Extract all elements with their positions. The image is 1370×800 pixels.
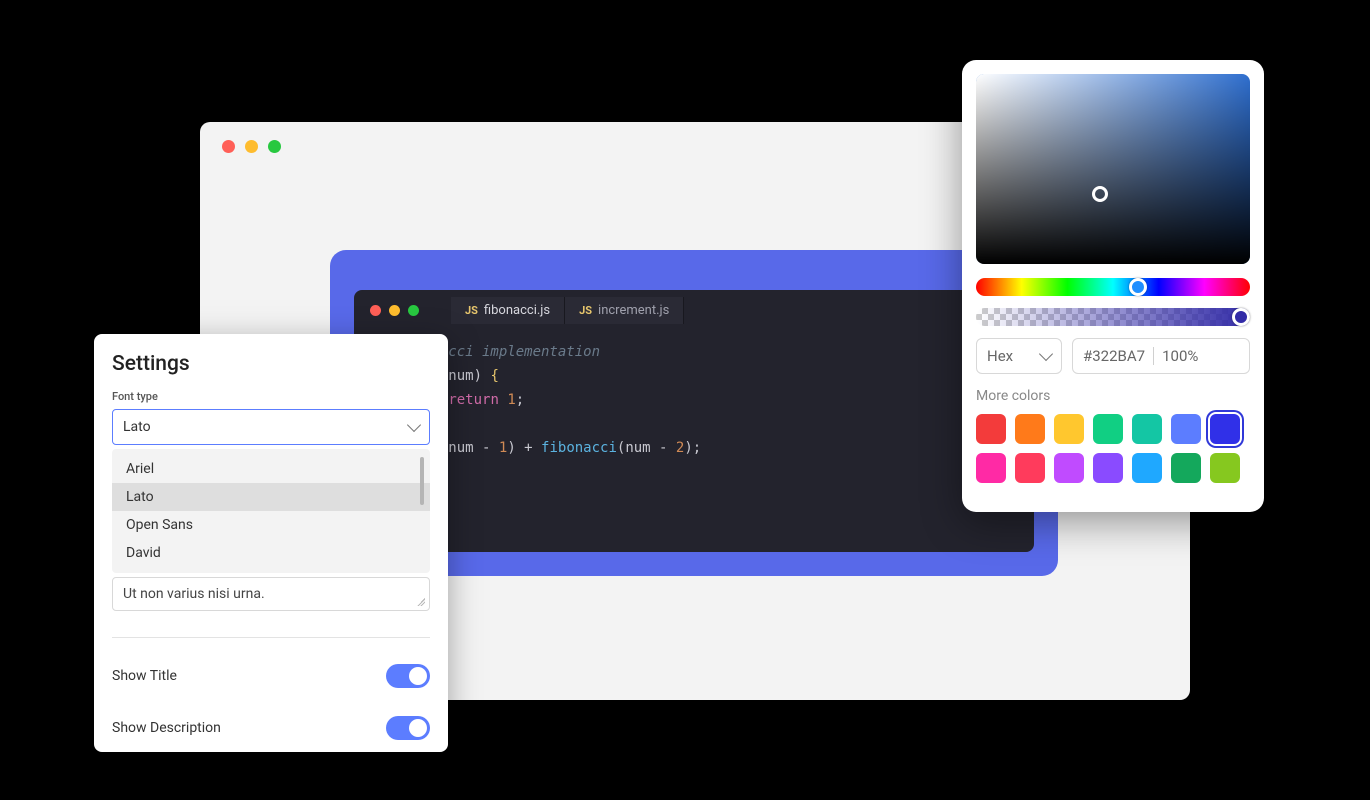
close-icon[interactable] — [370, 305, 381, 316]
code-text: (num - — [440, 440, 499, 456]
code-editor: JS fibonacci.js JS increment.js ive fibo… — [354, 290, 1034, 552]
maximize-icon[interactable] — [268, 140, 281, 153]
select-value: Hex — [987, 347, 1013, 365]
font-options-dropdown: Ariel Lato Open Sans David — [112, 449, 430, 573]
color-swatch[interactable] — [1093, 414, 1123, 444]
color-swatch[interactable] — [1171, 414, 1201, 444]
color-swatch[interactable] — [1054, 453, 1084, 483]
font-option-opensans[interactable]: Open Sans — [112, 511, 430, 539]
select-value: Lato — [123, 419, 151, 435]
color-swatch[interactable] — [1210, 453, 1240, 483]
close-icon[interactable] — [222, 140, 235, 153]
hue-slider[interactable] — [976, 278, 1250, 296]
code-number: 1 — [499, 392, 516, 408]
color-swatch[interactable] — [1015, 414, 1045, 444]
js-file-icon: JS — [465, 304, 478, 317]
tab-label: fibonacci.js — [484, 303, 550, 318]
chevron-down-icon — [1039, 347, 1053, 361]
color-format-select[interactable]: Hex — [976, 338, 1062, 374]
code-fn: fibonacci — [541, 440, 617, 456]
code-text: (num - — [617, 440, 676, 456]
editor-body[interactable]: ive fibonacci implementation fibonacci(n… — [354, 330, 1034, 460]
tab-increment[interactable]: JS increment.js — [565, 297, 684, 324]
color-swatch[interactable] — [976, 414, 1006, 444]
color-swatch[interactable] — [1210, 414, 1240, 444]
text-value: Ut non varius nisi urna. — [123, 586, 265, 602]
color-swatch[interactable] — [1093, 453, 1123, 483]
swatch-grid — [976, 414, 1250, 483]
settings-panel: Settings Font type Lato Ariel Lato Open … — [94, 334, 448, 752]
hue-handle-icon[interactable] — [1129, 278, 1147, 296]
hex-value: #322BA7 — [1083, 347, 1145, 365]
color-inputs-row: Hex #322BA7 100% — [976, 338, 1250, 374]
color-swatch[interactable] — [1015, 453, 1045, 483]
alpha-slider[interactable] — [976, 308, 1250, 326]
toggle-row-show-description: Show Description — [112, 702, 430, 752]
settings-title: Settings — [112, 352, 430, 376]
more-colors-label: More colors — [976, 388, 1250, 404]
tab-fibonacci[interactable]: JS fibonacci.js — [451, 297, 565, 324]
toggle-label: Show Description — [112, 720, 221, 736]
color-picker-panel: Hex #322BA7 100% More colors — [962, 60, 1264, 512]
maximize-icon[interactable] — [408, 305, 419, 316]
saturation-area[interactable] — [976, 74, 1250, 264]
color-swatch[interactable] — [1054, 414, 1084, 444]
font-type-select[interactable]: Lato — [112, 409, 430, 445]
minimize-icon[interactable] — [245, 140, 258, 153]
opacity-value: 100% — [1162, 347, 1198, 365]
font-type-label: Font type — [112, 390, 430, 403]
color-swatch[interactable] — [1171, 453, 1201, 483]
code-text: ) + — [507, 440, 541, 456]
alpha-handle-icon[interactable] — [1232, 308, 1250, 326]
tab-label: increment.js — [598, 303, 669, 318]
code-keyword: return — [448, 392, 499, 408]
color-swatch[interactable] — [1132, 414, 1162, 444]
saturation-handle-icon[interactable] — [1092, 186, 1108, 202]
show-description-toggle[interactable] — [386, 716, 430, 740]
toggle-label: Show Title — [112, 668, 177, 684]
color-swatch[interactable] — [1132, 453, 1162, 483]
editor-titlebar: JS fibonacci.js JS increment.js — [354, 290, 1034, 330]
minimize-icon[interactable] — [389, 305, 400, 316]
divider — [112, 637, 430, 638]
show-title-toggle[interactable] — [386, 664, 430, 688]
font-option-ariel[interactable]: Ariel — [112, 455, 430, 483]
color-swatch[interactable] — [976, 453, 1006, 483]
chevron-down-icon — [407, 418, 421, 432]
js-file-icon: JS — [579, 304, 592, 317]
font-option-lato[interactable]: Lato — [112, 483, 430, 511]
editor-tabs: JS fibonacci.js JS increment.js — [451, 297, 684, 324]
font-option-david[interactable]: David — [112, 539, 430, 567]
separator — [1153, 347, 1154, 365]
code-text: ); — [684, 440, 701, 456]
toggle-row-show-title: Show Title — [112, 650, 430, 702]
code-brace: { — [490, 368, 498, 384]
sample-text-input[interactable]: Ut non varius nisi urna. — [112, 577, 430, 611]
hex-input[interactable]: #322BA7 100% — [1072, 338, 1250, 374]
code-semi: ; — [516, 392, 524, 408]
